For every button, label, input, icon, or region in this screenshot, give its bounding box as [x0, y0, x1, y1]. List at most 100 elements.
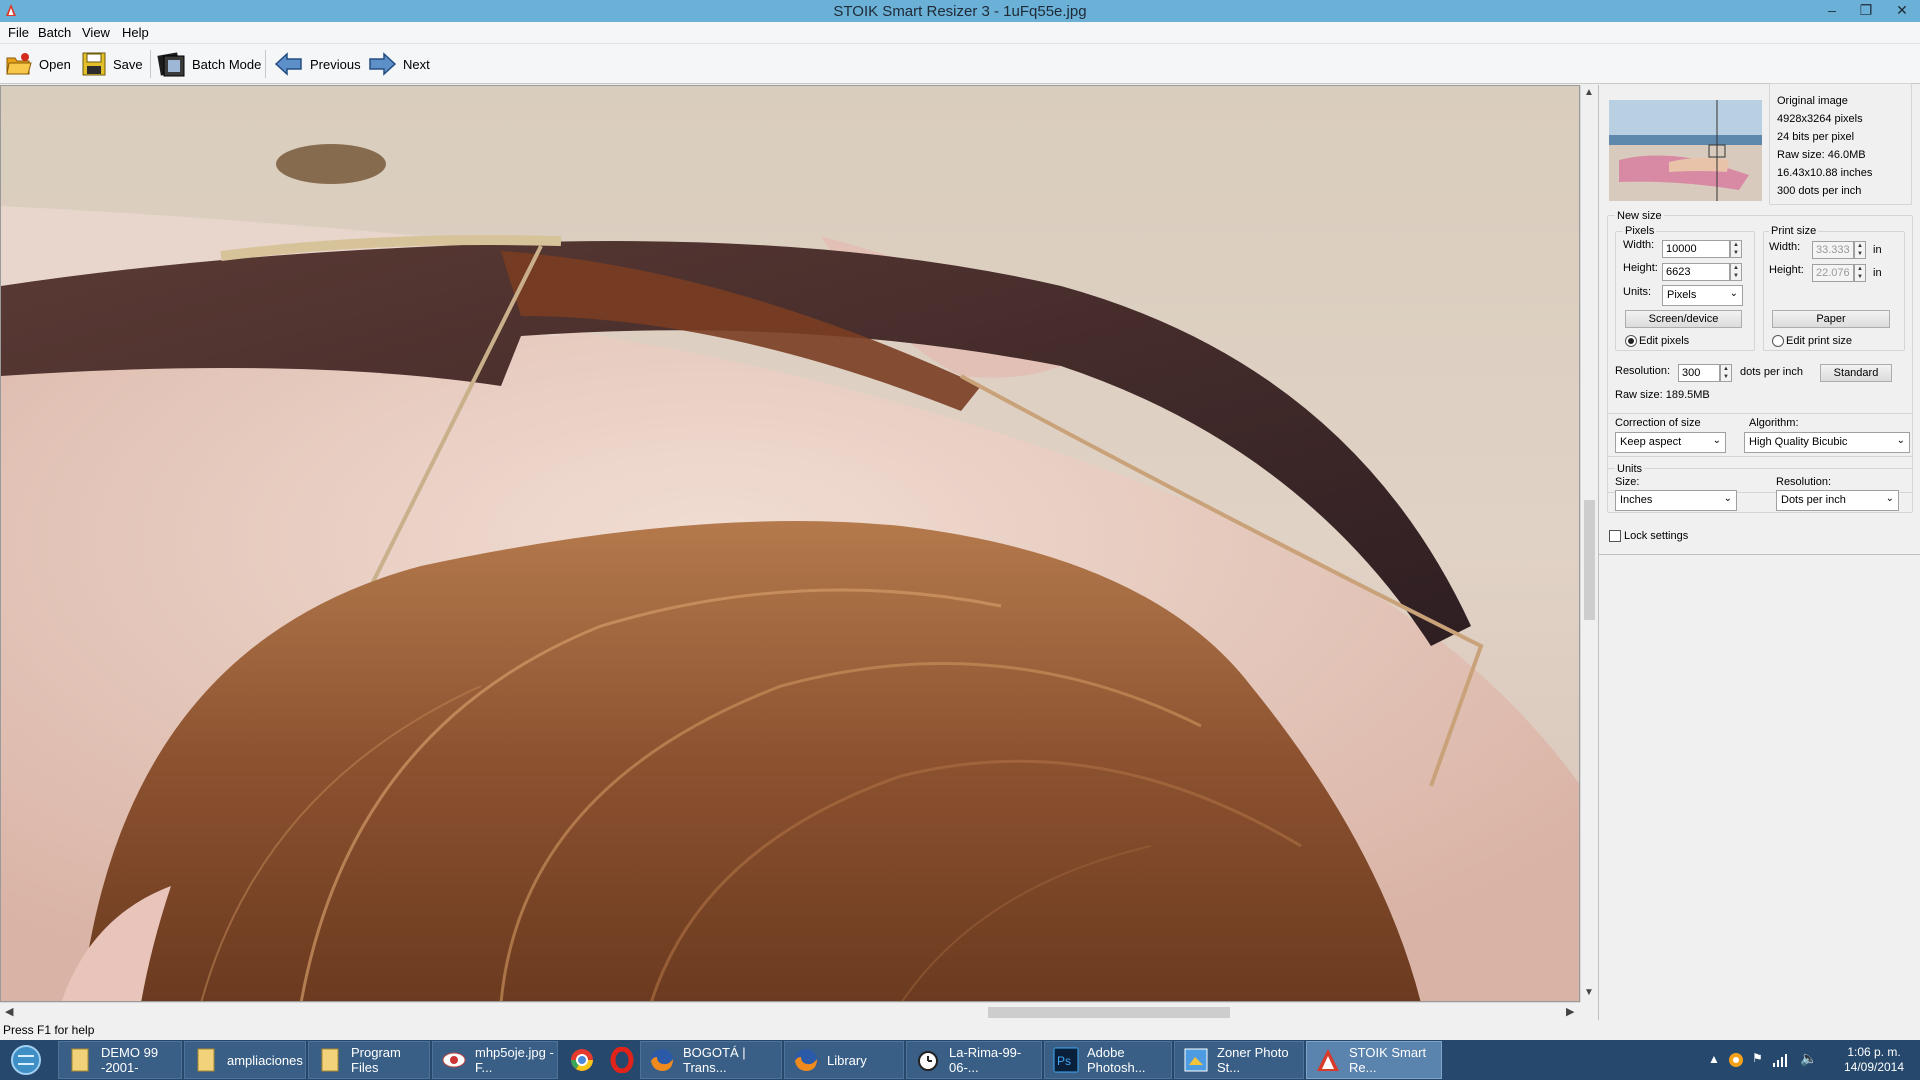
horizontal-scroll-thumb[interactable] — [988, 1007, 1230, 1018]
folder-icon — [71, 1048, 89, 1072]
taskbar-item-image-viewer[interactable]: mhp5oje.jpg - F... — [432, 1041, 558, 1079]
algorithm-select[interactable]: High Quality Bicubic ⌄ — [1744, 432, 1910, 453]
taskbar-item-photoshop[interactable]: Ps Adobe Photosh... — [1044, 1041, 1172, 1079]
resolution-input[interactable] — [1678, 364, 1720, 382]
units-resolution-select[interactable]: Dots per inch ⌄ — [1776, 490, 1899, 511]
flag-icon[interactable]: ⚑ — [1752, 1051, 1763, 1065]
units-title: Units — [1615, 463, 1645, 475]
units-resolution-value: Dots per inch — [1781, 494, 1846, 506]
menu-help[interactable]: Help — [122, 25, 149, 40]
save-button[interactable]: Save — [81, 48, 143, 80]
taskbar-item-program-files[interactable]: Program Files — [308, 1041, 430, 1079]
taskbar-item-zoner[interactable]: Zoner Photo St... — [1174, 1041, 1304, 1079]
pixels-title: Pixels — [1623, 225, 1657, 237]
scroll-down-icon[interactable]: ▼ — [1584, 987, 1594, 998]
taskbar-label: Program Files — [351, 1045, 401, 1075]
width-spinner[interactable]: ▲ ▼ — [1730, 240, 1742, 258]
zoner-icon — [1184, 1048, 1208, 1072]
correction-select[interactable]: Keep aspect ⌄ — [1615, 432, 1726, 453]
taskbar-label: DEMO 99 -2001- — [101, 1045, 159, 1075]
resolution-spinner[interactable]: ▲ ▼ — [1720, 364, 1732, 382]
scroll-left-icon[interactable]: ◀ — [5, 1005, 13, 1018]
status-text: Press F1 for help — [3, 1023, 95, 1037]
close-button[interactable]: ✕ — [1888, 0, 1916, 22]
print-width-input[interactable] — [1812, 241, 1854, 259]
batch-mode-button[interactable]: Batch Mode — [156, 48, 261, 80]
units-size-select[interactable]: Inches ⌄ — [1615, 490, 1737, 511]
taskbar-label: BOGOTÁ | Trans... — [683, 1045, 746, 1075]
scroll-up-icon[interactable]: ▲ — [1584, 87, 1594, 98]
original-pixels: 4928x3264 pixels — [1777, 113, 1863, 125]
edit-print-size-radio[interactable] — [1772, 335, 1784, 347]
vertical-scrollbar[interactable]: ▲ ▼ — [1580, 85, 1598, 1002]
taskbar-label: STOIK Smart Re... — [1349, 1045, 1427, 1075]
lock-settings-label: Lock settings — [1624, 530, 1689, 542]
start-button-icon[interactable] — [8, 1044, 44, 1076]
vertical-scroll-thumb[interactable] — [1584, 500, 1595, 620]
eye-icon — [442, 1052, 466, 1068]
lock-settings-checkbox[interactable] — [1609, 530, 1621, 542]
edit-pixels-radio[interactable] — [1625, 335, 1637, 347]
print-width-spinner[interactable]: ▲ ▼ — [1854, 241, 1866, 259]
clock-time: 1:06 p. m. — [1847, 1045, 1901, 1059]
standard-button[interactable]: Standard — [1820, 364, 1892, 382]
original-dpi: 300 dots per inch — [1777, 185, 1862, 197]
taskbar-item-chrome[interactable] — [560, 1041, 598, 1079]
arrow-left-icon — [274, 52, 302, 76]
toolbar: Open Save Batch Mode Previous Next — [0, 44, 1920, 84]
width-label: Width: — [1623, 239, 1655, 251]
network-icon[interactable] — [1772, 1053, 1788, 1067]
folder-icon — [197, 1048, 215, 1072]
print-height-input[interactable] — [1812, 264, 1854, 282]
print-height-unit: in — [1873, 267, 1882, 279]
taskbar-label: mhp5oje.jpg - F... — [475, 1045, 554, 1075]
menu-file[interactable]: File — [8, 25, 29, 40]
taskbar-item-library[interactable]: Library — [784, 1041, 904, 1079]
taskbar-item-stoik[interactable]: STOIK Smart Re... — [1306, 1041, 1442, 1079]
units-size-label: Size: — [1615, 476, 1640, 488]
width-input[interactable] — [1662, 240, 1730, 258]
edit-print-size-label: Edit print size — [1786, 335, 1853, 347]
taskbar-label: Adobe Photosh... — [1087, 1045, 1146, 1075]
taskbar-item-la-rima[interactable]: La-Rima-99-06-... — [906, 1041, 1042, 1079]
alarm-clock-icon — [918, 1051, 938, 1071]
folder-icon — [321, 1048, 339, 1072]
next-button[interactable]: Next — [367, 48, 430, 80]
taskbar-item-firefox-bogota[interactable]: BOGOTÁ | Trans... — [640, 1041, 782, 1079]
correction-value: Keep aspect — [1620, 436, 1682, 448]
screen-device-button[interactable]: Screen/device — [1625, 310, 1742, 328]
units-label: Units: — [1623, 286, 1652, 298]
maximize-button[interactable]: ❐ — [1852, 0, 1880, 22]
tray-expand-icon[interactable]: ▲ — [1708, 1052, 1720, 1066]
firefox-icon — [795, 1049, 817, 1071]
taskbar-item-opera[interactable] — [600, 1041, 638, 1079]
volume-icon[interactable]: 🔈 — [1800, 1050, 1817, 1067]
previous-button[interactable]: Previous — [274, 48, 361, 80]
taskbar-label: Zoner Photo St... — [1217, 1045, 1289, 1075]
taskbar-item-ampliaciones[interactable]: ampliaciones — [184, 1041, 306, 1079]
clock[interactable]: 1:06 p. m. 14/09/2014 — [1834, 1045, 1914, 1075]
print-height-spinner[interactable]: ▲ ▼ — [1854, 264, 1866, 282]
image-preview[interactable] — [0, 85, 1580, 1002]
taskbar-item-demo[interactable]: DEMO 99 -2001- — [58, 1041, 182, 1079]
new-raw-size: Raw size: 189.5MB — [1615, 389, 1710, 401]
open-button[interactable]: Open — [5, 48, 71, 80]
original-raw-size: Raw size: 46.0MB — [1777, 149, 1866, 161]
units-size-value: Inches — [1620, 494, 1653, 506]
minimize-button[interactable]: – — [1818, 0, 1846, 22]
scroll-right-icon[interactable]: ▶ — [1566, 1005, 1574, 1018]
status-bar: Press F1 for help — [0, 1020, 1920, 1040]
original-thumbnail[interactable] — [1609, 100, 1762, 201]
toolbar-separator — [150, 50, 151, 78]
horizontal-scrollbar[interactable]: ◀ ▶ — [0, 1002, 1580, 1020]
height-spinner[interactable]: ▲ ▼ — [1730, 263, 1742, 281]
height-input[interactable] — [1662, 263, 1730, 281]
title-bar: STOIK Smart Resizer 3 - 1uFq55e.jpg – ❐ … — [0, 0, 1920, 22]
menu-batch[interactable]: Batch — [38, 25, 71, 40]
new-size-title: New size — [1615, 210, 1664, 222]
units-select[interactable]: Pixels ⌄ — [1662, 285, 1743, 306]
tray-app-icon[interactable] — [1728, 1052, 1744, 1068]
paper-button[interactable]: Paper — [1772, 310, 1890, 328]
chevron-down-icon: ⌄ — [1896, 435, 1905, 446]
menu-view[interactable]: View — [82, 25, 110, 40]
